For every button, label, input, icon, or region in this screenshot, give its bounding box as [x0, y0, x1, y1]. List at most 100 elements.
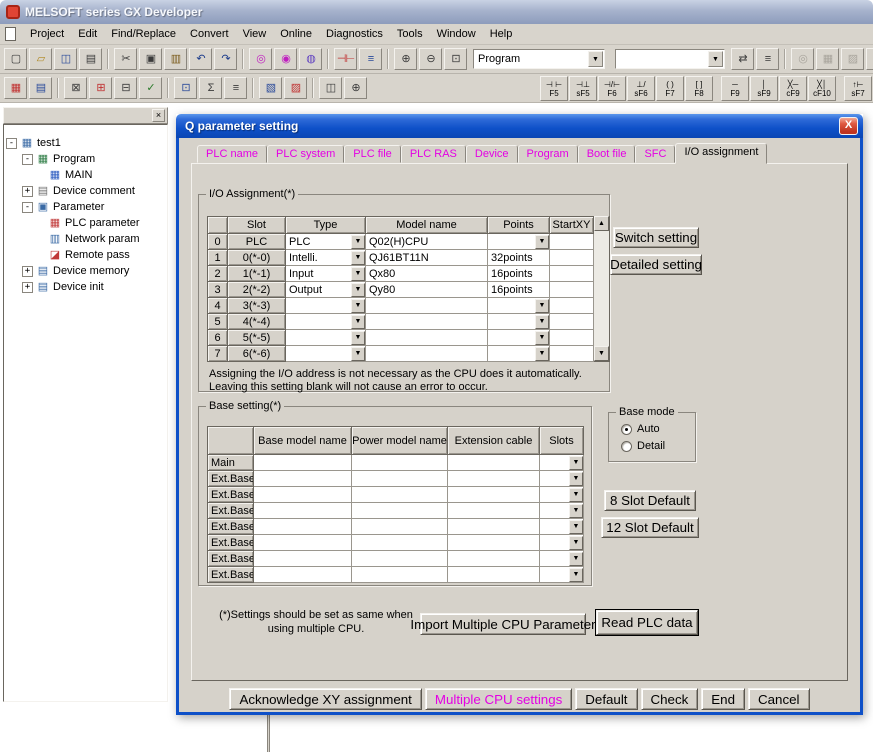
slots-combo[interactable]: ▼: [540, 535, 584, 551]
power-model-name-cell[interactable]: [352, 535, 448, 551]
dropdown-arrow-icon[interactable]: ▼: [351, 235, 365, 249]
tree-item-device-memory[interactable]: + ▤ Device memory: [4, 263, 167, 279]
io-points-combo[interactable]: 32points: [488, 250, 550, 266]
convert-button[interactable]: ⊠: [64, 77, 87, 99]
read-plc-data-button[interactable]: Read PLC data: [596, 610, 698, 635]
dropdown-arrow-icon[interactable]: ▼: [569, 472, 583, 486]
program-select-combo[interactable]: Program▼: [473, 49, 605, 69]
tree-expander-icon[interactable]: -: [22, 202, 33, 213]
instruction-list-window-button[interactable]: ▤: [29, 77, 52, 99]
io-model-name-cell[interactable]: [366, 346, 488, 362]
print-button[interactable]: ▤: [79, 48, 102, 70]
tab-device[interactable]: Device: [466, 145, 518, 163]
io-points-combo[interactable]: ▼: [488, 330, 550, 346]
new-project-button[interactable]: ▢: [4, 48, 27, 70]
extension-cable-cell[interactable]: [448, 551, 540, 567]
device-trace-button[interactable]: ▨: [284, 77, 307, 99]
slots-combo[interactable]: ▼: [540, 471, 584, 487]
menu-help[interactable]: Help: [483, 26, 520, 42]
tree-expander-icon[interactable]: -: [6, 138, 17, 149]
twelve-slot-default-button[interactable]: 12 Slot Default: [601, 517, 699, 538]
extension-cable-cell[interactable]: [448, 487, 540, 503]
menu-find-replace[interactable]: Find/Replace: [104, 26, 183, 42]
comment-display-button[interactable]: ⊡: [174, 77, 197, 99]
document-icon[interactable]: [5, 27, 16, 41]
parallel-open-contact-sf5-button[interactable]: ⊣⊥sF5: [569, 76, 597, 101]
convert-all-button[interactable]: ⊟: [114, 77, 137, 99]
io-type-combo[interactable]: Intelli.▼: [286, 250, 366, 266]
io-startxy-cell[interactable]: [550, 330, 594, 346]
tab-boot-file[interactable]: Boot file: [578, 145, 636, 163]
copy-button[interactable]: ▣: [139, 48, 162, 70]
menu-edit[interactable]: Edit: [71, 26, 104, 42]
cancel-button[interactable]: Cancel: [748, 688, 810, 710]
menu-window[interactable]: Window: [430, 26, 483, 42]
tree-item-test1[interactable]: - ▦ test1: [4, 135, 167, 151]
dropdown-arrow-icon[interactable]: ▼: [351, 331, 365, 345]
dropdown-arrow-icon[interactable]: ▼: [351, 267, 365, 281]
slots-combo[interactable]: ▼: [540, 455, 584, 471]
scroll-down-icon[interactable]: ▼: [594, 346, 609, 361]
tree-expander-icon[interactable]: +: [22, 186, 33, 197]
close-icon[interactable]: X: [839, 117, 858, 135]
io-model-name-cell[interactable]: Q02(H)CPU: [366, 234, 488, 250]
menu-tools[interactable]: Tools: [390, 26, 430, 42]
statement-display-button[interactable]: Σ: [199, 77, 222, 99]
io-type-combo[interactable]: ▼: [286, 330, 366, 346]
step-select-combo[interactable]: ▼: [615, 49, 725, 69]
dropdown-arrow-icon[interactable]: ▼: [569, 568, 583, 582]
extension-cable-cell[interactable]: [448, 455, 540, 471]
slots-combo[interactable]: ▼: [540, 519, 584, 535]
io-points-combo[interactable]: ▼: [488, 298, 550, 314]
extension-cable-cell[interactable]: [448, 519, 540, 535]
slots-combo[interactable]: ▼: [540, 551, 584, 567]
monitor-stop-button[interactable]: ▥: [866, 48, 873, 70]
tree-item-program[interactable]: - ▦ Program: [4, 151, 167, 167]
extension-cable-cell[interactable]: [448, 535, 540, 551]
zoom-button[interactable]: ⊕: [344, 77, 367, 99]
tree-item-device-init[interactable]: + ▤ Device init: [4, 279, 167, 295]
io-model-name-cell[interactable]: QJ61BT11N: [366, 250, 488, 266]
parallel-closed-contact-sf6-button[interactable]: ⊥/sF6: [627, 76, 655, 101]
io-startxy-cell[interactable]: [550, 234, 594, 250]
tab-plc-system[interactable]: PLC system: [267, 145, 344, 163]
extension-cable-cell[interactable]: [448, 567, 540, 583]
dropdown-arrow-icon[interactable]: ▼: [708, 51, 723, 67]
power-model-name-cell[interactable]: [352, 551, 448, 567]
io-points-combo[interactable]: ▼: [488, 346, 550, 362]
default-button[interactable]: Default: [575, 688, 637, 710]
base-mode-auto-radio[interactable]: Auto: [621, 423, 693, 435]
scroll-up-icon[interactable]: ▲: [594, 216, 609, 231]
base-model-name-cell[interactable]: [254, 519, 352, 535]
tab-plc-name[interactable]: PLC name: [197, 145, 267, 163]
zoom-in-button[interactable]: ⊕: [394, 48, 417, 70]
dropdown-arrow-icon[interactable]: ▼: [351, 315, 365, 329]
paste-button[interactable]: ▥: [164, 48, 187, 70]
io-points-combo[interactable]: 16points: [488, 282, 550, 298]
acknowledge-xy-assignment-button[interactable]: Acknowledge XY assignment: [229, 688, 421, 710]
open-contact-f5-button[interactable]: ⊣ ⊢F5: [540, 76, 568, 101]
horizontal-line-f9-button[interactable]: ─F9: [721, 76, 749, 101]
note-display-button[interactable]: ≡: [224, 77, 247, 99]
power-model-name-cell[interactable]: [352, 519, 448, 535]
device-test-button[interactable]: ▧: [259, 77, 282, 99]
io-points-combo[interactable]: ▼: [488, 234, 550, 250]
base-model-name-cell[interactable]: [254, 535, 352, 551]
extension-cable-cell[interactable]: [448, 503, 540, 519]
dropdown-arrow-icon[interactable]: ▼: [569, 488, 583, 502]
ladder-mode-button[interactable]: ⊣⊢: [334, 48, 357, 70]
dropdown-arrow-icon[interactable]: ▼: [351, 299, 365, 313]
open-project-button[interactable]: ▱: [29, 48, 52, 70]
tree-expander-icon[interactable]: +: [22, 266, 33, 277]
dialog-titlebar[interactable]: Q parameter setting X: [176, 114, 863, 138]
redo-button[interactable]: ↷: [214, 48, 237, 70]
find-next-button[interactable]: ◎: [791, 48, 814, 70]
base-model-name-cell[interactable]: [254, 567, 352, 583]
dropdown-arrow-icon[interactable]: ▼: [569, 536, 583, 550]
undo-button[interactable]: ↶: [189, 48, 212, 70]
base-model-name-cell[interactable]: [254, 471, 352, 487]
base-model-name-cell[interactable]: [254, 455, 352, 471]
tab-sfc[interactable]: SFC: [635, 145, 675, 163]
ladder-monitor-button[interactable]: ▦: [816, 48, 839, 70]
tree-item-plc-parameter[interactable]: ▦ PLC parameter: [4, 215, 167, 231]
